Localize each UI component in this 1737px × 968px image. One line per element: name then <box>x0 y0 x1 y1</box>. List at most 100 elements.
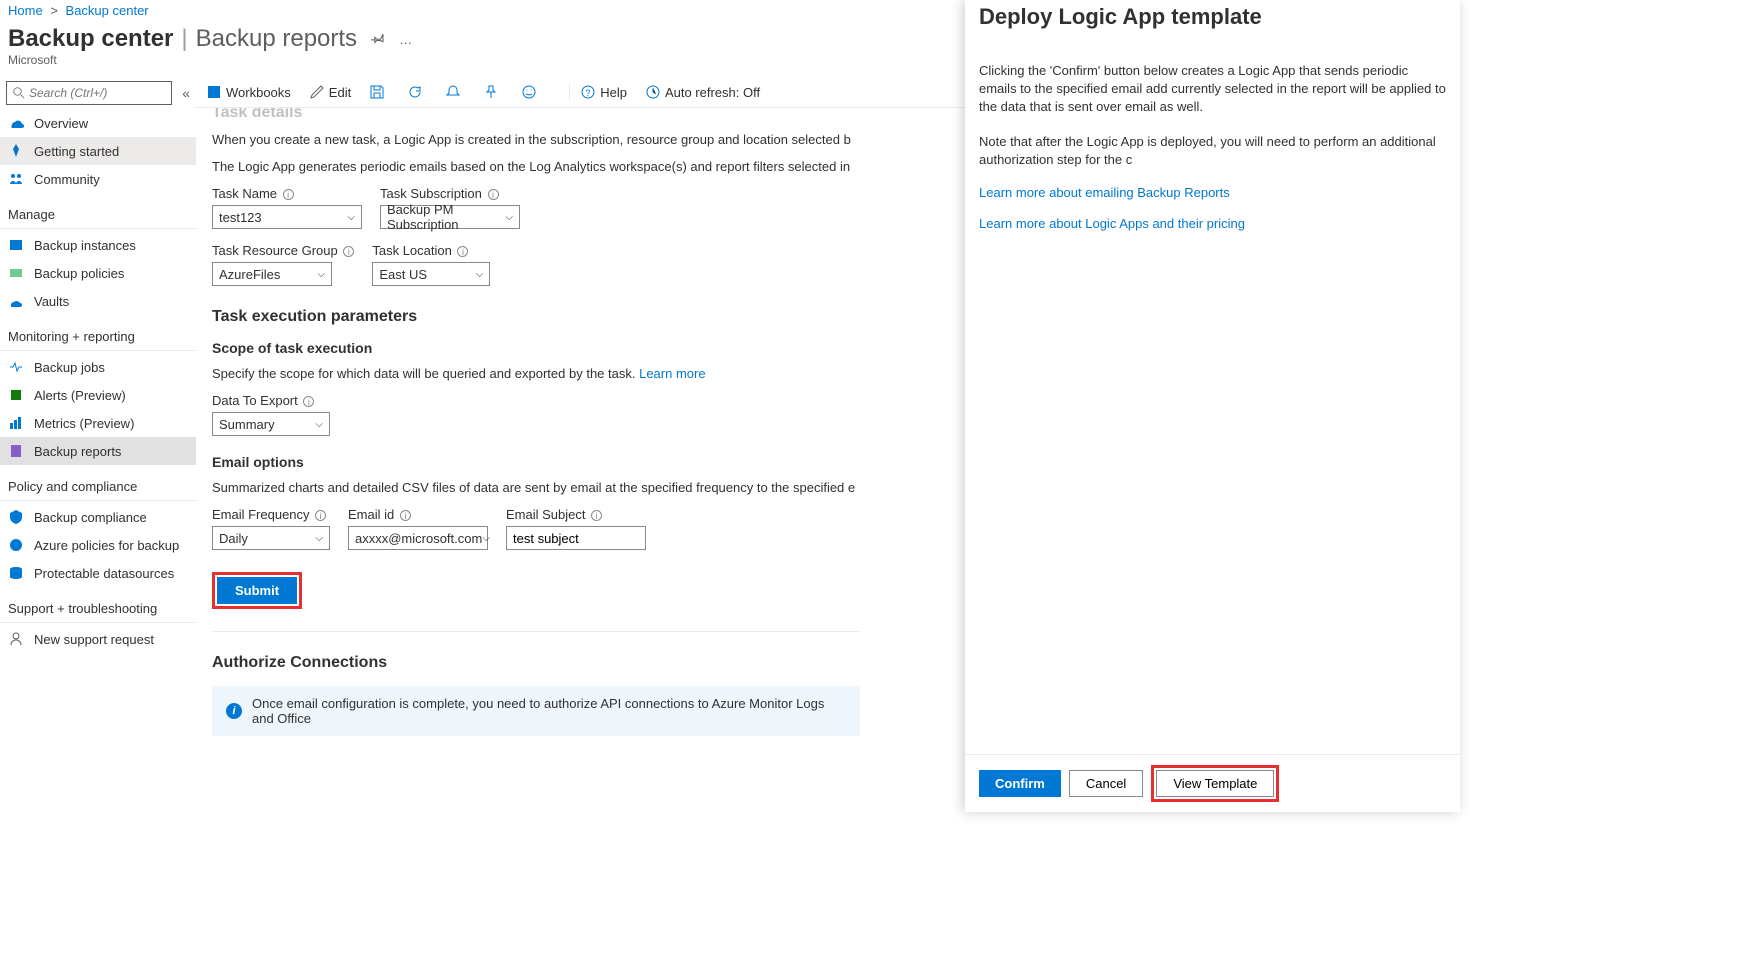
email-subject-input[interactable] <box>506 526 646 550</box>
pin-button[interactable] <box>483 84 503 100</box>
sidebar-item-getting-started[interactable]: Getting started <box>0 137 196 165</box>
chevron-down-icon: ⌵ <box>347 212 355 223</box>
help-icon: ? <box>580 84 596 100</box>
pencil-icon <box>309 84 325 100</box>
refresh-button[interactable] <box>407 84 427 100</box>
compliance-icon <box>8 509 24 525</box>
breadcrumb-home[interactable]: Home <box>8 3 43 18</box>
task-subscription-label: Task Subscription i <box>380 186 520 201</box>
sidebar-section-monitoring: Monitoring + reporting <box>0 315 196 351</box>
sidebar-item-backup-instances[interactable]: Backup instances <box>0 231 196 259</box>
info-icon[interactable]: i <box>400 510 411 521</box>
sidebar-item-label: Community <box>34 172 100 187</box>
info-icon[interactable]: i <box>457 246 468 257</box>
learn-more-logic-apps-link[interactable]: Learn more about Logic Apps and their pr… <box>979 216 1245 231</box>
task-name-label: Task Name i <box>212 186 362 201</box>
sidebar-item-backup-policies[interactable]: Backup policies <box>0 259 196 287</box>
task-rg-dropdown[interactable]: AzureFiles⌵ <box>212 262 332 286</box>
info-icon[interactable]: i <box>343 246 354 257</box>
auto-refresh-button[interactable]: Auto refresh: Off <box>645 84 760 100</box>
report-icon <box>8 443 24 459</box>
chevron-right-icon: > <box>50 3 58 18</box>
workbook-icon <box>206 84 222 100</box>
sidebar-item-overview[interactable]: Overview <box>0 109 196 137</box>
sidebar-item-new-support[interactable]: New support request <box>0 625 196 653</box>
pin-icon[interactable] <box>371 31 385 48</box>
sidebar-item-backup-compliance[interactable]: Backup compliance <box>0 503 196 531</box>
panel-footer: Confirm Cancel View Template <box>965 754 1460 812</box>
submit-button[interactable]: Submit <box>217 577 297 604</box>
chevron-down-icon: ⌵ <box>317 269 325 280</box>
intro-text-2: The Logic App generates periodic emails … <box>212 159 860 174</box>
intro-text-1: When you create a new task, a Logic App … <box>212 132 860 147</box>
sidebar-item-community[interactable]: Community <box>0 165 196 193</box>
feedback-button[interactable] <box>521 84 541 100</box>
sidebar-item-backup-reports[interactable]: Backup reports <box>0 437 196 465</box>
task-subscription-dropdown[interactable]: Backup PM Subscription⌵ <box>380 205 520 229</box>
rocket-icon <box>8 143 24 159</box>
collapse-sidebar-icon[interactable]: « <box>182 85 190 101</box>
panel-text-2: Note that after the Logic App is deploye… <box>979 133 1446 169</box>
info-icon[interactable]: i <box>488 189 499 200</box>
workbooks-button[interactable]: Workbooks <box>206 84 291 100</box>
panel-text-1: Clicking the 'Confirm' button below crea… <box>979 62 1446 117</box>
info-banner: i Once email configuration is complete, … <box>212 686 860 736</box>
search-input[interactable] <box>6 81 172 105</box>
submit-highlight: Submit <box>212 572 302 609</box>
sidebar-item-vaults[interactable]: Vaults <box>0 287 196 315</box>
exec-params-heading: Task execution parameters <box>212 308 860 326</box>
info-icon[interactable]: i <box>315 510 326 521</box>
sidebar-item-azure-policies[interactable]: Azure policies for backup <box>0 531 196 559</box>
sidebar-item-label: New support request <box>34 632 154 647</box>
breadcrumb-backup-center[interactable]: Backup center <box>66 3 149 18</box>
scope-heading: Scope of task execution <box>212 340 860 356</box>
page-title: Backup center <box>8 25 173 53</box>
sidebar-section-support: Support + troubleshooting <box>0 587 196 623</box>
chevron-down-icon: ⌵ <box>505 212 513 223</box>
info-icon[interactable]: i <box>303 396 314 407</box>
learn-more-backup-reports-link[interactable]: Learn more about emailing Backup Reports <box>979 185 1230 200</box>
sidebar-item-backup-jobs[interactable]: Backup jobs <box>0 353 196 381</box>
confirm-button[interactable]: Confirm <box>979 770 1061 797</box>
sidebar-item-label: Backup compliance <box>34 510 147 525</box>
data-export-dropdown[interactable]: Summary⌵ <box>212 412 330 436</box>
email-subject-label: Email Subject i <box>506 507 646 522</box>
view-template-button[interactable]: View Template <box>1156 770 1274 797</box>
email-options-heading: Email options <box>212 454 860 470</box>
chevron-down-icon: ⌵ <box>482 533 490 544</box>
info-banner-text: Once email configuration is complete, yo… <box>252 696 846 726</box>
task-location-dropdown[interactable]: East US⌵ <box>372 262 490 286</box>
task-details-heading: Task details <box>212 108 860 122</box>
metrics-icon <box>8 415 24 431</box>
more-icon[interactable]: … <box>399 32 412 47</box>
sidebar-item-alerts[interactable]: Alerts (Preview) <box>0 381 196 409</box>
notify-button[interactable] <box>445 84 465 100</box>
info-icon[interactable]: i <box>591 510 602 521</box>
sidebar-item-label: Getting started <box>34 144 119 159</box>
task-name-dropdown[interactable]: test123⌵ <box>212 205 362 229</box>
cloud-icon <box>8 115 24 131</box>
email-id-dropdown[interactable]: axxxx@microsoft.com⌵ <box>348 526 488 550</box>
sidebar-item-label: Overview <box>34 116 88 131</box>
help-button[interactable]: ? Help <box>580 84 627 100</box>
learn-more-link[interactable]: Learn more <box>639 366 705 381</box>
sidebar-item-label: Azure policies for backup <box>34 538 179 553</box>
email-frequency-dropdown[interactable]: Daily⌵ <box>212 526 330 550</box>
cancel-button[interactable]: Cancel <box>1069 770 1143 797</box>
sidebar-item-label: Alerts (Preview) <box>34 388 126 403</box>
sidebar-item-label: Backup instances <box>34 238 136 253</box>
scope-text: Specify the scope for which data will be… <box>212 366 860 381</box>
info-icon: i <box>226 703 242 719</box>
save-button[interactable] <box>369 84 389 100</box>
save-icon <box>369 84 385 100</box>
sidebar-item-protectable[interactable]: Protectable datasources <box>0 559 196 587</box>
svg-text:?: ? <box>586 88 591 98</box>
sidebar-item-metrics[interactable]: Metrics (Preview) <box>0 409 196 437</box>
info-icon[interactable]: i <box>283 189 294 200</box>
smile-icon <box>521 84 537 100</box>
email-options-text: Summarized charts and detailed CSV files… <box>212 480 860 495</box>
edit-button[interactable]: Edit <box>309 84 351 100</box>
sidebar-item-label: Protectable datasources <box>34 566 174 581</box>
email-id-label: Email id i <box>348 507 488 522</box>
email-frequency-label: Email Frequency i <box>212 507 330 522</box>
